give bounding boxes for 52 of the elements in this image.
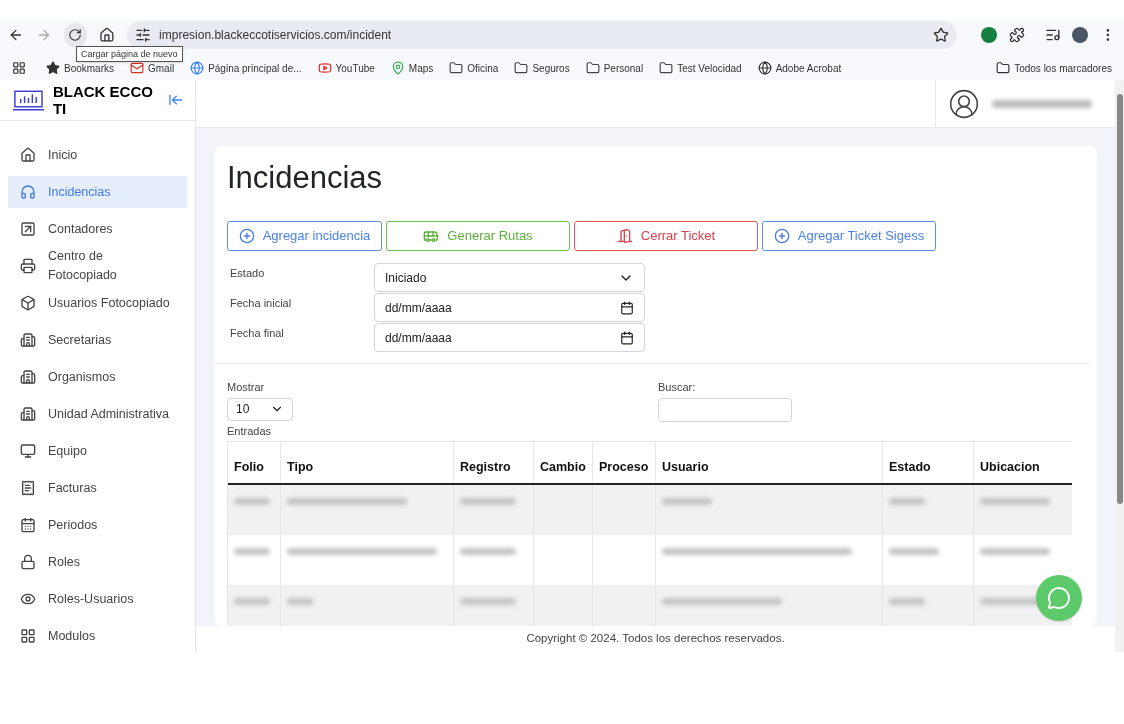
bookmark-item[interactable]: Oficina xyxy=(449,60,499,76)
column-header[interactable]: Tipo xyxy=(281,442,454,483)
bookmark-item[interactable]: Adobe Acrobat xyxy=(757,60,842,76)
sidebar-item[interactable]: Roles-Usuarios xyxy=(8,583,187,615)
action-button[interactable]: Agregar incidencia xyxy=(227,221,382,251)
filter-label: Estado xyxy=(230,266,266,281)
bookmark-item[interactable]: Maps xyxy=(390,60,434,76)
sidebar-item[interactable]: Equipo xyxy=(8,435,187,467)
date-field[interactable]: dd/mm/aaaa xyxy=(374,293,645,322)
column-header[interactable]: Usuario xyxy=(656,442,883,483)
column-header[interactable]: Proceso xyxy=(593,442,656,483)
column-header[interactable]: Folio xyxy=(228,442,281,483)
action-button[interactable]: Cerrar Ticket xyxy=(574,221,758,251)
column-header[interactable]: Cambio xyxy=(534,442,593,483)
entries-label: Entradas xyxy=(227,423,273,439)
brand-name: BLACK ECCO TI xyxy=(52,83,154,117)
sidebar-item[interactable]: Secretarias xyxy=(8,324,187,356)
sidebar-item[interactable]: Unidad Administrativa xyxy=(8,398,187,430)
sidebar-item[interactable]: Centro de Fotocopiado xyxy=(8,250,187,282)
sidebar-item[interactable]: Usuarios Fotocopiado xyxy=(8,287,187,319)
url-text: impresion.blackeccotiservicios.com/incident xyxy=(159,27,393,44)
address-bar[interactable]: impresion.blackeccotiservicios.com/incident xyxy=(127,21,957,49)
search-label: Buscar: xyxy=(658,380,697,395)
copyright-text: Copyright © 2024. Todos los derechos reservados. xyxy=(526,631,785,647)
sidebar-item[interactable]: Organismos xyxy=(8,361,187,393)
bookmark-item[interactable]: Seguros xyxy=(514,60,570,76)
filter-label: Fecha final xyxy=(230,326,285,341)
sidebar-item[interactable]: Contadores xyxy=(8,213,187,245)
all-bookmarks-item[interactable]: Todos los marcadores xyxy=(996,60,1112,76)
filter-label: Fecha inicial xyxy=(230,296,293,311)
sidebar-item[interactable]: Inicio xyxy=(8,139,187,171)
state-select[interactable]: Iniciado xyxy=(374,263,645,292)
bookmark-item[interactable]: Test Velocidad xyxy=(659,60,742,76)
column-header[interactable]: Ubicacion xyxy=(974,442,1072,483)
column-header[interactable]: Estado xyxy=(883,442,974,483)
action-button[interactable]: Agregar Ticket Sigess xyxy=(762,221,936,251)
sidebar-item[interactable]: Periodos xyxy=(8,509,187,541)
bookmark-item[interactable]: Personal xyxy=(585,60,644,76)
date-field[interactable]: dd/mm/aaaa xyxy=(374,323,645,352)
sidebar-item[interactable]: Facturas xyxy=(8,472,187,504)
show-label: Mostrar xyxy=(227,380,266,395)
sidebar-item[interactable]: Modulos xyxy=(8,620,187,652)
tooltip: Cargar página de nuevo xyxy=(76,46,183,62)
bookmark-item[interactable]: Gmail xyxy=(130,60,175,76)
column-header[interactable]: Registro xyxy=(454,442,534,483)
page-size-select[interactable]: 10 xyxy=(227,397,293,421)
sidebar-item[interactable]: Roles xyxy=(8,546,187,578)
bookmark-item[interactable]: Bookmarks xyxy=(46,60,114,76)
bookmark-item[interactable]: Página principal de... xyxy=(190,60,302,76)
bookmark-item[interactable]: YouTube xyxy=(317,60,375,76)
page-title: Incidencias xyxy=(227,160,384,196)
sidebar-item[interactable]: Incidencias xyxy=(8,176,187,208)
